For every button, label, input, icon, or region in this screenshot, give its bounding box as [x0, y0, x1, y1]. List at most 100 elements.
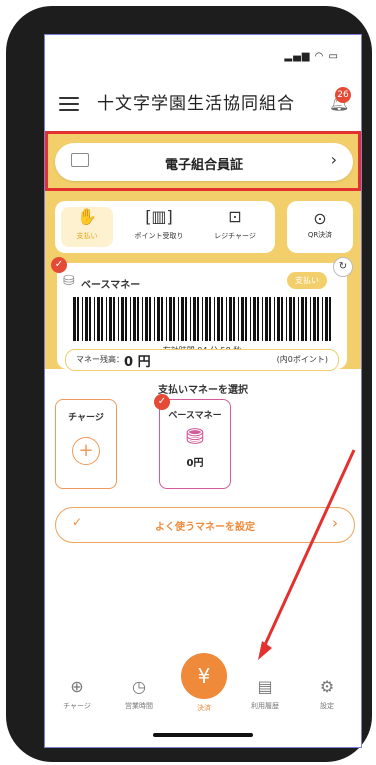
barcode-bar	[82, 297, 83, 341]
nav-charge-label: チャージ	[63, 702, 91, 710]
bottom-nav: ⊕ チャージ ◷ 営業時間 ¥ 決済 ▤ 利用履歴 ⚙ 設定	[45, 637, 361, 747]
barcode-bar	[253, 297, 256, 341]
barcode-bar	[238, 297, 239, 341]
balance-label: マネー残高：	[76, 355, 124, 364]
barcode-bar	[281, 297, 283, 341]
barcode-bar	[265, 297, 268, 341]
barcode-bar	[89, 297, 91, 341]
favorite-money-label: よく使うマネーを設定	[155, 522, 255, 533]
barcode-bar	[173, 297, 175, 341]
barcode-bar	[157, 297, 160, 341]
barcode-bar	[257, 297, 259, 341]
nav-history[interactable]: ▤ 利用履歴	[239, 677, 291, 711]
coins-icon: ⛁	[63, 273, 75, 289]
barcode-bar	[277, 297, 280, 341]
barcode-bar	[185, 297, 187, 341]
gear-icon: ⚙	[319, 677, 335, 696]
barcode-bar	[181, 297, 184, 341]
barcode-bar	[133, 297, 136, 341]
refresh-icon[interactable]: ↻	[333, 257, 353, 277]
notification-badge: 26	[335, 87, 351, 103]
nav-settings-label: 設定	[320, 702, 334, 710]
barcode-bar	[109, 297, 112, 341]
tab-qr-label: QR決済	[307, 231, 333, 239]
barcode-bar	[125, 297, 127, 341]
tab-point-receive[interactable]: [▥] ポイント受取り	[129, 207, 189, 241]
balance-value: 0 円	[124, 355, 151, 370]
header-title: 十文字学園生活協同組合	[97, 94, 295, 114]
barcode-bar	[214, 297, 215, 341]
barcode-bar	[226, 297, 227, 341]
barcode-bar	[169, 297, 172, 341]
barcode-bar	[106, 297, 107, 341]
barcode-bar	[325, 297, 328, 341]
pay-pill-label: 支払い	[295, 276, 319, 285]
plus-circle-icon: +	[72, 437, 100, 465]
barcode-bar	[233, 297, 235, 341]
favorite-money-button[interactable]: ✓ よく使うマネーを設定 ›	[55, 507, 355, 543]
barcode-bar	[209, 297, 211, 341]
barcode-bar	[121, 297, 124, 341]
barcode-bar	[190, 297, 191, 341]
barcode-bar	[322, 297, 323, 341]
barcode-bar	[317, 297, 319, 341]
barcode-bar	[310, 297, 311, 341]
barcode-bar	[293, 297, 295, 341]
barcode-bar	[142, 297, 143, 341]
barcode-bar	[137, 297, 139, 341]
scan-icon: [▥]	[145, 207, 173, 226]
barcode-bar	[161, 297, 163, 341]
chevron-right-icon: ›	[332, 514, 338, 532]
money-card-title: ベースマネー	[81, 280, 141, 291]
barcode-bar	[289, 297, 292, 341]
coin-stack-icon: ⛃	[185, 425, 205, 450]
nav-hours[interactable]: ◷ 営業時間	[113, 677, 165, 711]
selected-check-icon: ✓	[154, 394, 170, 410]
history-icon: ▤	[257, 677, 273, 696]
barcode-bar	[286, 297, 287, 341]
barcode-bar	[130, 297, 131, 341]
status-bar: ▂▄▆ ◠ ▭	[284, 51, 339, 62]
barcode-bar	[241, 297, 244, 341]
barcode-bar	[77, 297, 79, 341]
barcode-bar	[166, 297, 167, 341]
select-money-title: 支払いマネーを選択	[158, 385, 248, 396]
barcode-bar	[73, 297, 76, 341]
coin-hand-icon: ✋	[77, 207, 97, 226]
barcode-bar	[262, 297, 263, 341]
yen-icon[interactable]: ¥	[181, 653, 227, 699]
barcode-bar	[113, 297, 115, 341]
barcode-bar	[217, 297, 220, 341]
barcode-bar	[118, 297, 119, 341]
nav-charge[interactable]: ⊕ チャージ	[51, 677, 103, 711]
barcode-bar	[202, 297, 203, 341]
barcode-bar	[149, 297, 151, 341]
barcode-bar	[305, 297, 307, 341]
base-money-label: ベースマネー	[168, 411, 222, 421]
barcode-bar	[274, 297, 275, 341]
tab-qr-payment[interactable]: ⊙ QR決済	[287, 201, 353, 253]
tab-register-charge[interactable]: ⊡ レジチャージ	[205, 207, 265, 241]
barcode-bar	[178, 297, 179, 341]
barcode-bar	[97, 297, 100, 341]
register-icon: ⊡	[228, 207, 242, 226]
barcode-bar	[145, 297, 148, 341]
tab-register-charge-label: レジチャージ	[214, 232, 256, 240]
barcode-bar	[313, 297, 316, 341]
barcode-bar	[298, 297, 299, 341]
charge-option[interactable]: チャージ +	[55, 399, 117, 489]
pay-pill[interactable]: 支払い	[287, 272, 327, 289]
tab-pay[interactable]: ✋ 支払い	[61, 207, 113, 247]
barcode-bar	[229, 297, 232, 341]
barcode-bar	[269, 297, 271, 341]
payment-tabs: ✋ 支払い [▥] ポイント受取り ⊡ レジチャージ	[55, 201, 275, 253]
menu-icon[interactable]	[59, 97, 79, 111]
barcode-bar	[250, 297, 251, 341]
base-money-value: 0円	[186, 458, 204, 469]
barcode-bar	[154, 297, 155, 341]
nav-settings[interactable]: ⚙ 設定	[301, 677, 353, 711]
barcode-bar	[94, 297, 95, 341]
selected-check-icon: ✓	[51, 257, 67, 273]
barcode-bar	[245, 297, 247, 341]
base-money-option[interactable]: ✓ ベースマネー ⛃ 0円	[154, 394, 231, 489]
